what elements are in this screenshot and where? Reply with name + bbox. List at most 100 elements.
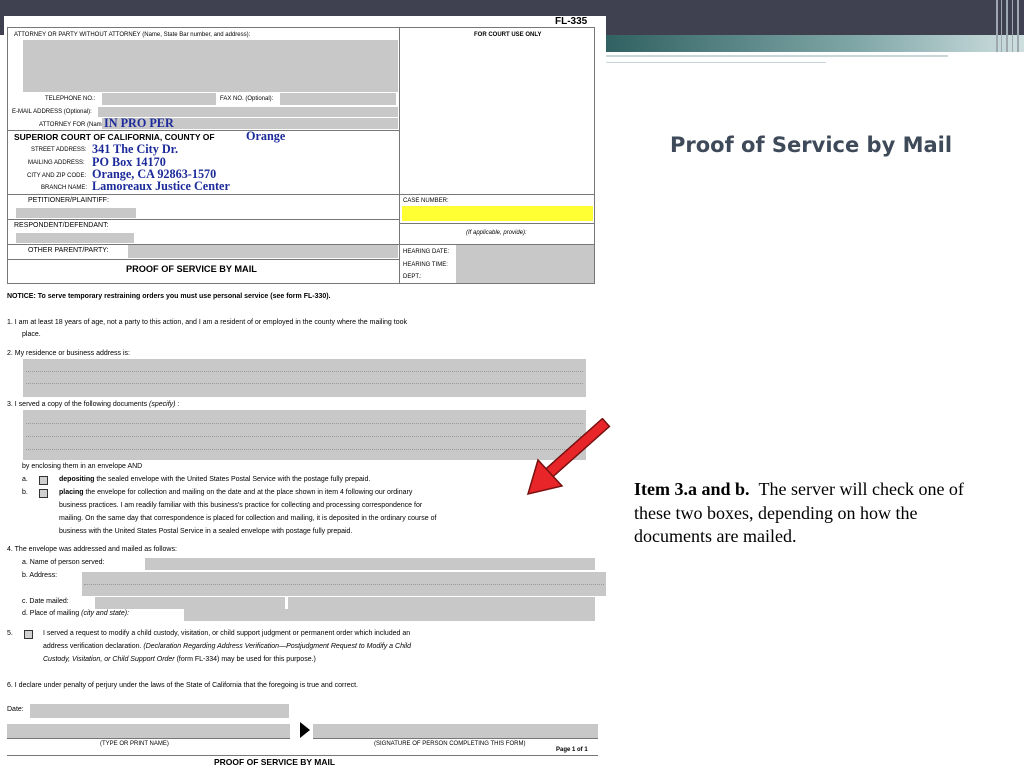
fax-field[interactable] xyxy=(280,93,396,105)
item5-line1: I served a request to modify a child cus… xyxy=(43,630,411,637)
attorney-for-value: IN PRO PER xyxy=(104,116,174,130)
email-label: E-MAIL ADDRESS (Optional): xyxy=(12,109,92,115)
respondent-field[interactable] xyxy=(16,233,134,243)
item5-line2b: (Declaration Regarding Address Verificat… xyxy=(143,643,411,650)
telephone-field[interactable] xyxy=(102,93,216,105)
item3a-letter: a. xyxy=(22,476,28,483)
slide-accent-vline xyxy=(1017,0,1019,52)
item3a-checkbox[interactable] xyxy=(39,476,48,485)
branch-value: Lamoreaux Justice Center xyxy=(92,179,230,193)
address-line xyxy=(26,383,583,384)
telephone-label: TELEPHONE NO.: xyxy=(45,96,96,102)
case-number-field[interactable] xyxy=(402,206,593,221)
documents-line xyxy=(26,436,583,437)
item3-label: 3. I served a copy of the following docu… xyxy=(7,401,148,408)
branch-label: BRANCH NAME: xyxy=(41,185,88,191)
if-applicable-label: (If applicable, provide): xyxy=(466,230,527,236)
item4d-text: d. Place of mailing (city and state): xyxy=(22,610,129,617)
signature-arrow-icon xyxy=(300,722,310,738)
item6-text: 6. I declare under penalty of perjury un… xyxy=(7,682,358,689)
respondent-label: RESPONDENT/DEFENDANT: xyxy=(14,222,109,229)
petitioner-field[interactable] xyxy=(16,208,136,218)
enclosing-text: by enclosing them in an envelope AND xyxy=(22,463,143,470)
attorney-for-label: ATTORNEY FOR (Name): xyxy=(39,122,109,128)
footer-title: PROOF OF SERVICE BY MAIL xyxy=(214,757,336,767)
hearing-date-label: HEARING DATE: xyxy=(403,249,450,255)
footer-rule xyxy=(7,755,598,756)
attorney-address-field[interactable] xyxy=(23,40,398,92)
notice-text: NOTICE: To serve temporary restraining o… xyxy=(7,293,331,300)
item5-number: 5. xyxy=(7,630,13,637)
item5-checkbox[interactable] xyxy=(24,630,33,639)
slide-accent-vline xyxy=(996,0,998,52)
item1-text-cont: place. xyxy=(22,331,41,338)
header-rule-case xyxy=(399,223,595,224)
slide-accent-vline xyxy=(1012,0,1013,52)
item3b-bold: placing xyxy=(59,489,84,496)
form-number: FL-335 xyxy=(555,16,588,27)
residence-address-field[interactable] xyxy=(23,359,586,397)
item5-line3b: (form FL-334) may be used for this purpo… xyxy=(176,656,316,663)
documents-line xyxy=(26,423,583,424)
page-number: Page 1 of 1 xyxy=(556,747,588,753)
item3b-line2: business practices. I am readily familia… xyxy=(59,502,423,509)
place-of-mailing-field[interactable] xyxy=(184,609,595,621)
hearing-info-field[interactable] xyxy=(456,245,594,283)
item4a-text: a. Name of person served: xyxy=(22,559,105,566)
dept-label: DEPT.: xyxy=(403,274,422,280)
case-number-label: CASE NUMBER: xyxy=(403,198,449,204)
slide-accent-vline xyxy=(1001,0,1002,52)
item5-line2: address verification declaration. (Decla… xyxy=(43,643,411,650)
item3b-checkbox[interactable] xyxy=(39,489,48,498)
item3-text: 3. I served a copy of the following docu… xyxy=(7,401,179,408)
slide-accent-line xyxy=(606,55,948,57)
other-parent-field[interactable] xyxy=(128,245,398,258)
item5-line3: Custody, Visitation, or Child Support Or… xyxy=(43,656,316,663)
documents-field[interactable] xyxy=(23,410,586,460)
item3a-text: depositing the sealed envelope with the … xyxy=(59,476,370,483)
date-field[interactable] xyxy=(30,704,289,718)
item3b-desc: the envelope for collection and mailing … xyxy=(85,489,413,496)
address-line xyxy=(26,371,583,372)
county-value: Orange xyxy=(246,129,286,143)
date-mailed-field[interactable] xyxy=(95,597,285,609)
item2-text: 2. My residence or business address is: xyxy=(7,350,130,357)
item3a-bold: depositing xyxy=(59,476,95,483)
item4d-label: d. Place of mailing xyxy=(22,610,80,617)
date-label: Date: xyxy=(7,706,24,713)
explanation-label: Item 3.a and b. xyxy=(634,479,750,499)
header-rule-title xyxy=(7,259,399,260)
form-title: PROOF OF SERVICE BY MAIL xyxy=(126,264,257,274)
hearing-time-label: HEARING TIME: xyxy=(403,262,448,268)
type-name-rule xyxy=(7,738,290,739)
slide-accent-vline xyxy=(1006,0,1008,52)
mailing-label: MAILING ADDRESS: xyxy=(28,160,85,166)
item5-line3a: Custody, Visitation, or Child Support Or… xyxy=(43,656,175,663)
red-arrow-icon xyxy=(526,418,611,496)
type-name-field[interactable] xyxy=(7,724,290,738)
documents-line xyxy=(26,449,583,450)
court-use-label: FOR COURT USE ONLY xyxy=(474,32,542,38)
signature-label: (SIGNATURE OF PERSON COMPLETING THIS FOR… xyxy=(374,741,526,747)
item4-text: 4. The envelope was addressed and mailed… xyxy=(7,546,177,553)
header-rule-court xyxy=(7,130,399,131)
signature-field[interactable] xyxy=(313,724,598,738)
item5-line2a: address verification declaration. xyxy=(43,643,142,650)
court-label: SUPERIOR COURT OF CALIFORNIA, COUNTY OF xyxy=(14,132,215,142)
date-mailed-extra-field[interactable] xyxy=(288,597,595,609)
item4b-text: b. Address: xyxy=(22,572,58,579)
signature-rule xyxy=(313,738,598,739)
slide-accent-band xyxy=(600,35,1024,52)
type-name-label: (TYPE OR PRINT NAME) xyxy=(100,741,169,747)
item4c-text: c. Date mailed: xyxy=(22,598,69,605)
fax-label: FAX NO. (Optional): xyxy=(220,96,274,102)
street-label: STREET ADDRESS: xyxy=(31,147,87,153)
header-rule-respondent xyxy=(7,219,399,220)
other-parent-label: OTHER PARENT/PARTY: xyxy=(28,247,109,254)
person-served-field[interactable] xyxy=(145,558,595,570)
item3b-letter: b. xyxy=(22,489,28,496)
header-divider xyxy=(399,27,400,284)
served-address-line xyxy=(84,584,604,585)
item1-text: 1. I am at least 18 years of age, not a … xyxy=(7,319,408,326)
item3b-line4: business with the United States Postal S… xyxy=(59,528,353,535)
